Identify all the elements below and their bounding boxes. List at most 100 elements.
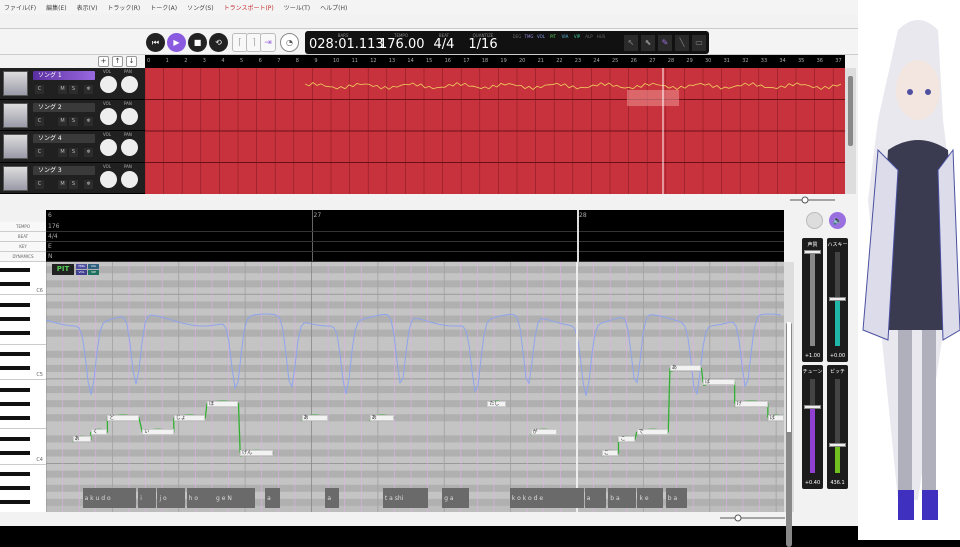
switch-via[interactable]: VIA <box>559 34 571 39</box>
phoneme-block[interactable]: b a <box>665 488 687 508</box>
tempo-value[interactable]: 176.00 <box>379 38 425 52</box>
phoneme-block[interactable]: j o <box>157 488 185 508</box>
parameter-slider[interactable]: チューン +0.40 <box>802 365 823 489</box>
ruler-tempo-value[interactable]: 176 <box>48 223 59 230</box>
parameter-slider[interactable]: ピッチ 436.1 <box>827 365 848 489</box>
slider-handle[interactable] <box>804 250 821 254</box>
track-name[interactable]: ソング 2 <box>33 102 95 112</box>
track-m-button[interactable]: M <box>58 148 67 157</box>
pitch-mode-badge[interactable]: PIT <box>52 264 74 275</box>
line-tool-icon[interactable]: ╲ <box>675 34 689 51</box>
phoneme-block[interactable]: t a shi <box>382 488 428 508</box>
track-m-button[interactable]: M <box>58 179 67 189</box>
track-s-button[interactable]: S <box>69 85 78 94</box>
note[interactable]: あ <box>669 365 702 372</box>
pan-knob[interactable] <box>121 76 138 93</box>
piano-keyboard[interactable]: C6 C5 C4 <box>0 262 46 512</box>
slider-handle[interactable] <box>829 442 846 447</box>
track-c-button[interactable]: C <box>35 116 44 126</box>
add-track-button[interactable]: + <box>98 56 109 67</box>
track-name[interactable]: ソング 1 <box>33 71 95 80</box>
menu-item[interactable]: ヘルプ(H) <box>320 3 347 12</box>
parameter-slider[interactable]: 声質 +1.00 <box>802 238 823 362</box>
pan-knob[interactable] <box>121 139 138 156</box>
track-s-button[interactable]: S <box>69 148 78 157</box>
track-fx-button[interactable]: ❄ <box>84 85 93 94</box>
editor-zoom-slider[interactable] <box>700 514 790 522</box>
track-m-button[interactable]: M <box>58 85 67 94</box>
black-key[interactable] <box>0 472 30 477</box>
slider-handle[interactable] <box>829 297 846 301</box>
track-c-button[interactable]: C <box>35 179 44 189</box>
track-fx-button[interactable]: ❄ <box>84 179 93 189</box>
black-key[interactable] <box>0 415 30 420</box>
editor-vertical-scrollbar[interactable] <box>784 262 794 547</box>
phoneme-block[interactable]: b a <box>608 488 636 508</box>
menu-item[interactable]: 編集(E) <box>46 3 66 12</box>
ruler-key-value[interactable]: E <box>48 243 52 250</box>
note[interactable]: ほ <box>206 400 239 407</box>
menu-item[interactable]: トラック(R) <box>107 3 140 12</box>
menu-item[interactable]: ファイル(F) <box>4 3 36 12</box>
speaker-icon[interactable]: 🔈 <box>829 212 846 229</box>
black-key[interactable] <box>0 366 30 371</box>
note[interactable]: あ <box>301 414 329 421</box>
note[interactable]: け <box>734 400 768 407</box>
note[interactable]: が <box>530 428 558 435</box>
pointer-tool-icon[interactable]: ↖ <box>624 34 638 51</box>
phoneme-block[interactable]: a <box>325 488 340 508</box>
note[interactable]: げん <box>240 449 274 456</box>
ruler-dynamics-row[interactable]: N <box>46 252 784 262</box>
note[interactable]: こ <box>601 449 619 456</box>
volume-knob[interactable] <box>100 139 117 156</box>
parameter-slider[interactable]: ハスキー +0.00 <box>827 238 848 362</box>
ruler-key-row[interactable]: E <box>46 242 784 252</box>
metronome-dial[interactable]: ◔ <box>280 33 299 52</box>
switch-vol[interactable]: VOL <box>535 34 547 39</box>
black-key[interactable] <box>0 401 30 406</box>
menu-item[interactable]: 表示(V) <box>77 3 98 12</box>
track-c-button[interactable]: C <box>35 85 44 94</box>
volume-knob[interactable] <box>100 170 117 188</box>
black-key[interactable] <box>0 500 30 505</box>
track-row[interactable]: ソング 4 C M S ❄ VOL PAN <box>0 131 145 163</box>
phoneme-block[interactable]: a <box>265 488 280 508</box>
track-m-button[interactable]: M <box>58 116 67 126</box>
note[interactable]: い <box>142 428 174 435</box>
phoneme-block[interactable]: a k u d o <box>82 488 137 508</box>
solo-button[interactable] <box>806 212 823 229</box>
ruler-beat-value[interactable]: 4/4 <box>48 233 58 240</box>
black-key[interactable] <box>0 387 30 392</box>
slider-handle[interactable] <box>804 405 821 410</box>
phoneme-block[interactable]: k o k o d e <box>509 488 584 508</box>
track-row[interactable]: ソング 2 C M S ❄ VOL PAN <box>0 99 145 131</box>
stop-button[interactable]: ■ <box>188 33 207 52</box>
vol-badge[interactable]: VOL <box>76 270 87 275</box>
menu-item[interactable]: トーク(A) <box>150 3 177 12</box>
black-key[interactable] <box>0 352 30 357</box>
ruler-tempo-row[interactable]: 176 <box>46 222 784 232</box>
select-tool-icon[interactable]: ⬉ <box>641 34 655 51</box>
phoneme-block[interactable]: h o <box>186 488 215 508</box>
black-key[interactable] <box>0 331 30 336</box>
rewind-button[interactable]: ⏮ <box>146 33 165 52</box>
switch-hus[interactable]: HUS <box>595 34 607 39</box>
menu-item[interactable]: ソング(S) <box>187 3 214 12</box>
track-s-button[interactable]: S <box>69 179 78 189</box>
track-zoom-slider[interactable] <box>700 196 840 204</box>
vip-badge[interactable]: VIP <box>88 270 99 275</box>
via-badge[interactable]: VIA <box>88 264 99 269</box>
phoneme-block[interactable]: k e <box>637 488 664 508</box>
ruler-dynamics-value[interactable]: N <box>48 253 53 260</box>
black-key[interactable] <box>0 450 30 455</box>
track-name[interactable]: ソング 4 <box>33 134 95 143</box>
note[interactable]: ど <box>107 414 139 421</box>
switch-vip[interactable]: VIP <box>571 34 583 39</box>
black-key[interactable] <box>0 486 30 491</box>
note[interactable]: こ <box>618 435 636 442</box>
note[interactable]: たし <box>487 400 506 407</box>
beat-value[interactable]: 4/4 <box>429 38 459 52</box>
note[interactable]: で <box>636 428 669 435</box>
pan-knob[interactable] <box>121 107 138 125</box>
track-fx-button[interactable]: ❄ <box>84 116 93 126</box>
